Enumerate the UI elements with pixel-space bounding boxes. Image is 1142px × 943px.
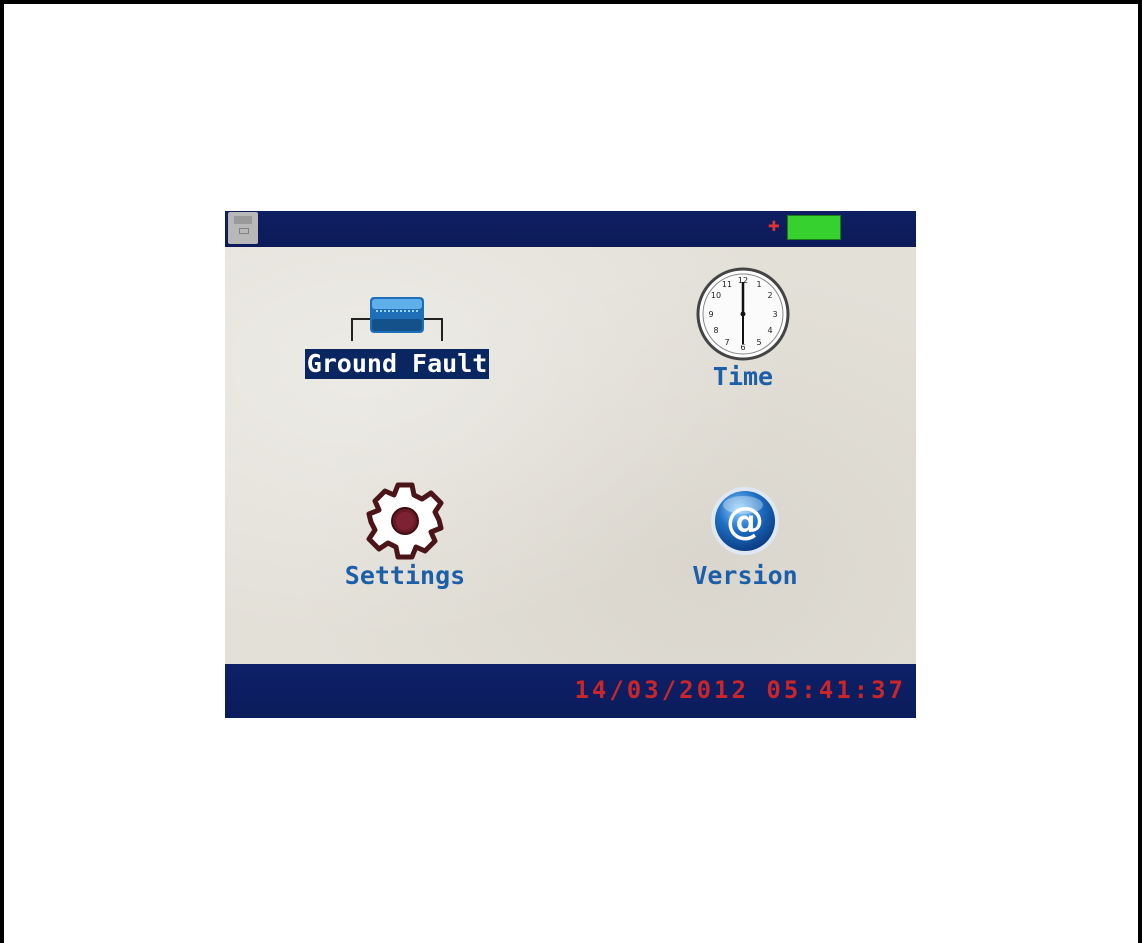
ground-fault-resistor-icon	[351, 297, 443, 341]
svg-text:6: 6	[740, 343, 745, 352]
datetime-readout: 14/03/2012 05:41:37	[574, 676, 906, 704]
svg-text:1: 1	[756, 280, 761, 289]
svg-text:11: 11	[722, 280, 732, 289]
device-screen: ✚ Ground Fault 12 1 2 3 4 5 6 7 8 9 10 1…	[225, 211, 916, 718]
menu-label-time: Time	[712, 362, 774, 391]
at-sign-icon: @	[711, 487, 779, 555]
menu-label-ground-fault: Ground Fault	[304, 349, 490, 379]
display-frame: ✚ Ground Fault 12 1 2 3 4 5 6 7 8 9 10 1…	[0, 0, 1142, 943]
svg-text:@: @	[726, 499, 764, 543]
menu-item-settings[interactable]: Settings	[325, 481, 485, 591]
gear-icon	[366, 482, 444, 560]
clock-icon: 12 1 2 3 4 5 6 7 8 9 10 11	[696, 267, 790, 361]
status-bar: ✚	[225, 211, 916, 247]
menu-item-version[interactable]: @ Version	[675, 481, 815, 591]
menu-item-time[interactable]: 12 1 2 3 4 5 6 7 8 9 10 11 Time	[668, 266, 818, 392]
menu-label-version: Version	[692, 561, 798, 590]
svg-text:4: 4	[767, 326, 772, 335]
svg-text:9: 9	[708, 310, 713, 319]
menu-item-ground-fault[interactable]: Ground Fault	[287, 291, 507, 379]
svg-text:7: 7	[724, 338, 729, 347]
footer-bar: 14/03/2012 05:41:37	[225, 664, 916, 718]
battery-icon	[787, 215, 841, 240]
svg-text:5: 5	[756, 338, 761, 347]
svg-text:2: 2	[767, 291, 772, 300]
menu-label-settings: Settings	[344, 561, 466, 590]
usb-drive-icon	[228, 212, 258, 244]
svg-text:3: 3	[772, 310, 777, 319]
plug-icon: ✚	[768, 219, 780, 235]
svg-text:10: 10	[711, 291, 721, 300]
svg-text:8: 8	[713, 326, 718, 335]
